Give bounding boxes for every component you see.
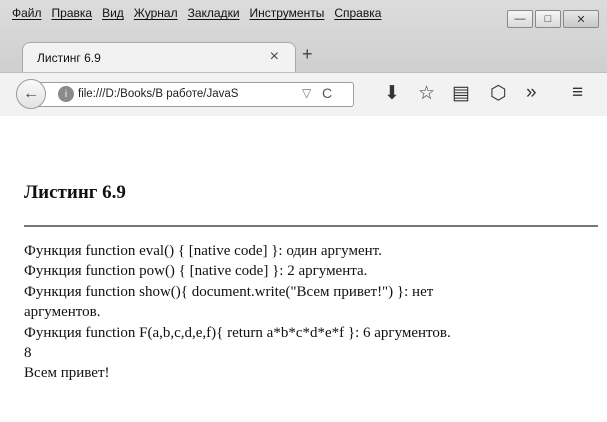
download-icon[interactable]: ⬇ [384,82,400,105]
menu-view[interactable]: Вид [102,6,124,22]
page-title: Листинг 6.9 [24,182,126,203]
menu-edit[interactable]: Правка [52,6,93,22]
url-text[interactable]: file:///D:/Books/В работе/JavaS [78,88,278,100]
bookmark-star-icon[interactable]: ☆ [418,82,435,105]
menu-history[interactable]: Журнал [134,6,178,22]
menu-tools[interactable]: Инструменты [250,6,325,22]
tab-close-icon[interactable]: × [270,48,279,66]
tab-title: Листинг 6.9 [37,51,101,65]
menu-icon[interactable]: ≡ [572,82,583,104]
menu-file[interactable]: Файл [12,6,42,22]
tab-active[interactable]: Листинг 6.9 × [22,42,296,72]
navigation-bar: i file:///D:/Books/В работе/JavaS ▽ C ← … [0,72,607,116]
browser-window: Файл Правка Вид Журнал Закладки Инструме… [0,0,607,422]
window-controls: — □ ✕ [507,10,599,28]
menu-help[interactable]: Справка [334,6,381,22]
reload-icon[interactable]: C [322,85,332,101]
horizontal-rule [24,225,598,227]
output-line: Функция function F(a,b,c,d,e,f){ return … [24,324,451,341]
title-area: Файл Правка Вид Журнал Закладки Инструме… [0,0,607,72]
pocket-icon[interactable]: ⬡ [490,82,507,105]
url-bar[interactable]: i file:///D:/Books/В работе/JavaS ▽ C [32,82,354,107]
back-button[interactable]: ← [16,79,46,109]
new-tab-button[interactable]: + [302,44,313,65]
output-line: 8 [24,345,32,362]
output-line: Функция function eval() { [native code] … [24,243,382,259]
maximize-button[interactable]: □ [535,10,561,28]
output-line: Всем привет! [24,365,110,382]
close-window-button[interactable]: ✕ [563,10,599,28]
overflow-icon[interactable]: » [526,82,537,104]
menubar: Файл Правка Вид Журнал Закладки Инструме… [12,6,391,22]
menu-bookmarks[interactable]: Закладки [188,6,240,22]
page-content: Листинг 6.9 Функция function eval() { [n… [0,116,607,422]
reader-icon[interactable]: ▤ [452,82,470,105]
site-info-icon[interactable]: i [58,86,74,102]
url-dropdown-icon[interactable]: ▽ [302,86,311,100]
output-line: Функция function pow() { [native code] }… [24,263,368,280]
output-line: Функция function show(){ document.write(… [24,283,434,300]
output-lines: Функция function eval() { [native code] … [24,241,599,384]
output-line: аргументов. [24,304,101,321]
minimize-button[interactable]: — [507,10,533,28]
